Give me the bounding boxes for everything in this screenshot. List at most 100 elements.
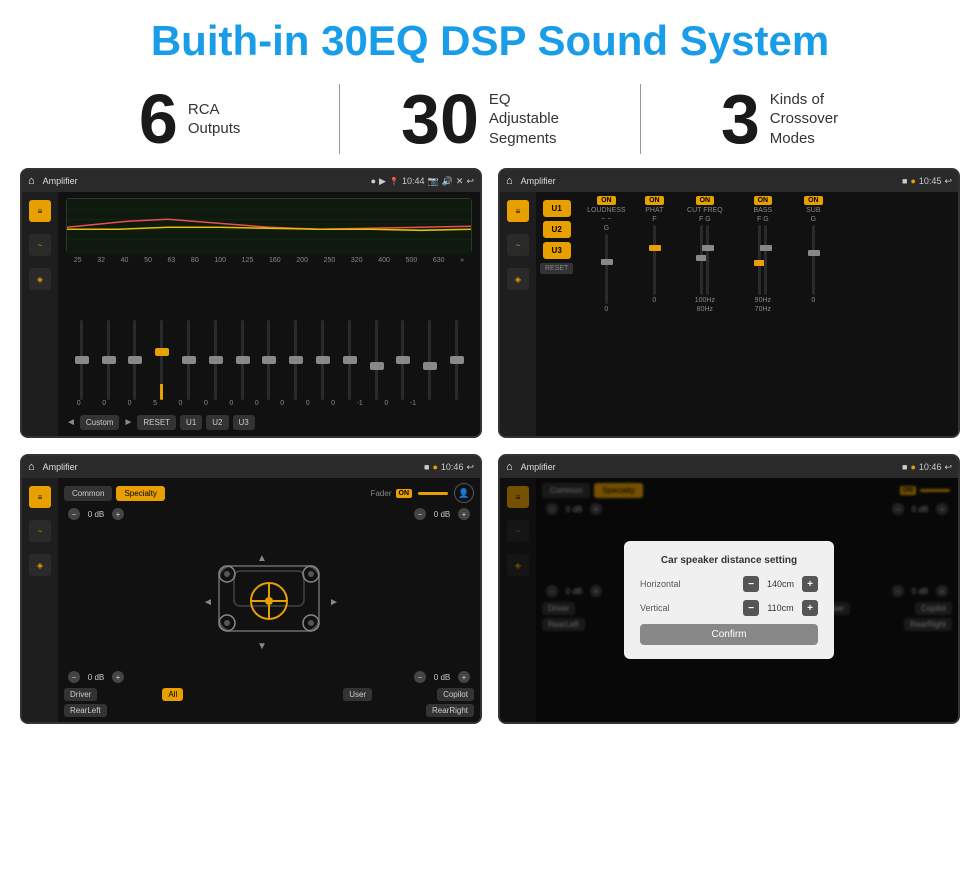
cutfreq-on[interactable]: ON [696, 196, 715, 205]
eq-slider-2[interactable] [133, 320, 136, 400]
eq-mode-icon-2[interactable]: ≡ [507, 200, 529, 222]
next-arrow[interactable]: ► [123, 417, 133, 428]
custom-btn[interactable]: Custom [80, 415, 120, 430]
eq-mode-icon-3[interactable]: ≡ [29, 486, 51, 508]
eq-slider-4[interactable] [187, 320, 190, 400]
specialty-tab-3[interactable]: Specialty [116, 486, 164, 501]
app-label-1: Amplifier [43, 176, 367, 186]
preset-u2[interactable]: U2 [543, 221, 571, 238]
fr-minus[interactable]: − [414, 508, 426, 520]
speaker-icon-2[interactable]: ◈ [507, 268, 529, 290]
u1-btn[interactable]: U1 [180, 415, 202, 430]
common-tab-3[interactable]: Common [64, 486, 112, 501]
fader-track[interactable] [418, 492, 448, 495]
vertical-label: Vertical [640, 603, 695, 613]
wave-icon-3[interactable]: ~ [29, 520, 51, 542]
stat-eq: 30 EQ AdjustableSegments [360, 84, 619, 154]
reset-btn-2[interactable]: RESET [540, 263, 573, 274]
loudness-on[interactable]: ON [597, 196, 616, 205]
eq-slider-13[interactable] [428, 320, 431, 400]
home-icon-4[interactable]: ⌂ [506, 461, 513, 473]
eq-body: ≡ ~ ◈ [22, 192, 480, 436]
distance-body: ≡ ~ ◈ Common Specialty ON − 0 dB [500, 478, 958, 722]
eq-slider-5[interactable] [214, 320, 217, 400]
back-icon-2[interactable]: ↩ [944, 176, 952, 187]
eq-slider-7[interactable] [267, 320, 270, 400]
eq-slider-1[interactable] [107, 320, 110, 400]
eq-slider-0[interactable] [80, 320, 83, 400]
screen-eq: ⌂ Amplifier ● ▶ 📍 10:44 📷 🔊 ✕ ↩ ≡ ~ ◈ [20, 168, 482, 438]
back-icon-4[interactable]: ↩ [944, 462, 952, 473]
page-title: Buith-in 30EQ DSP Sound System [0, 0, 980, 74]
fl-value: 0 dB [82, 510, 110, 519]
u3-btn[interactable]: U3 [233, 415, 255, 430]
vertical-plus[interactable]: + [802, 600, 818, 616]
fr-plus[interactable]: + [458, 508, 470, 520]
eq-mode-icon[interactable]: ≡ [29, 200, 51, 222]
time-4: 10:46 [919, 462, 942, 472]
horizontal-plus[interactable]: + [802, 576, 818, 592]
fl-minus[interactable]: − [68, 508, 80, 520]
home-icon-3[interactable]: ⌂ [28, 461, 35, 473]
rr-minus[interactable]: − [414, 671, 426, 683]
speaker-icon-3[interactable]: ◈ [29, 554, 51, 576]
rl-plus[interactable]: + [112, 671, 124, 683]
eq-slider-6[interactable] [241, 320, 244, 400]
u2-btn[interactable]: U2 [206, 415, 228, 430]
rearleft-btn-3[interactable]: RearLeft [64, 704, 107, 717]
rearright-btn-3[interactable]: RearRight [426, 704, 474, 717]
home-icon[interactable]: ⌂ [28, 175, 35, 187]
driver-btn-3[interactable]: Driver [64, 688, 97, 701]
x-icon: ✕ [456, 176, 464, 187]
horizontal-label: Horizontal [640, 579, 695, 589]
back-icon-1[interactable]: ↩ [466, 176, 474, 187]
dot-icon-1: ● [371, 176, 376, 186]
phat-label: PHAT [645, 207, 663, 214]
sub-on[interactable]: ON [804, 196, 823, 205]
eq-slider-10[interactable] [348, 320, 351, 400]
stat-divider-1 [339, 84, 340, 154]
reset-btn-1[interactable]: RESET [137, 415, 176, 430]
eq-slider-11[interactable] [375, 320, 378, 400]
preset-u1[interactable]: U1 [543, 200, 571, 217]
specialty-body: ≡ ~ ◈ Common Specialty Fader ON [22, 478, 480, 722]
prev-arrow[interactable]: ◄ [66, 417, 76, 428]
stat-number-rca: 6 [139, 84, 178, 154]
eq-slider-12[interactable] [401, 320, 404, 400]
car-diagram-svg: ▲ ▼ ◄ ► [189, 541, 349, 651]
all-btn-3[interactable]: All [162, 688, 183, 701]
side-icons-2: ≡ ~ ◈ [500, 192, 536, 436]
screen-distance: ⌂ Amplifier ■ ● 10:46 ↩ ≡ ~ ◈ Common Spe… [498, 454, 960, 724]
eq-slider-14[interactable] [455, 320, 458, 400]
back-icon-3[interactable]: ↩ [466, 462, 474, 473]
confirm-button[interactable]: Confirm [640, 624, 818, 645]
wave-icon[interactable]: ~ [29, 234, 51, 256]
eq-slider-3[interactable] [160, 320, 163, 400]
time-3: 10:46 [441, 462, 464, 472]
dot-icon-4: ● [910, 176, 915, 186]
screen-specialty: ⌂ Amplifier ■ ● 10:46 ↩ ≡ ~ ◈ Common Spe [20, 454, 482, 724]
vertical-minus[interactable]: − [743, 600, 759, 616]
svg-text:▼: ▼ [257, 641, 267, 651]
rl-minus[interactable]: − [68, 671, 80, 683]
copilot-btn-3[interactable]: Copilot [437, 688, 474, 701]
user-btn-3[interactable]: User [343, 688, 372, 701]
horizontal-minus[interactable]: − [743, 576, 759, 592]
wave-icon-2[interactable]: ~ [507, 234, 529, 256]
rr-plus[interactable]: + [458, 671, 470, 683]
home-icon-2[interactable]: ⌂ [506, 175, 513, 187]
phat-on[interactable]: ON [645, 196, 664, 205]
eq-slider-8[interactable] [294, 320, 297, 400]
preset-u3[interactable]: U3 [543, 242, 571, 259]
eq-graph [66, 198, 472, 253]
distance-dialog: Car speaker distance setting Horizontal … [624, 541, 834, 659]
svg-text:◄: ◄ [203, 597, 213, 608]
fl-plus[interactable]: + [112, 508, 124, 520]
stat-number-crossover: 3 [721, 84, 760, 154]
eq-sliders-row [66, 268, 472, 400]
speaker-icon[interactable]: ◈ [29, 268, 51, 290]
eq-slider-9[interactable] [321, 320, 324, 400]
bass-on[interactable]: ON [754, 196, 773, 205]
app-label-3: Amplifier [43, 462, 420, 472]
location-icon: 📍 [389, 177, 399, 186]
